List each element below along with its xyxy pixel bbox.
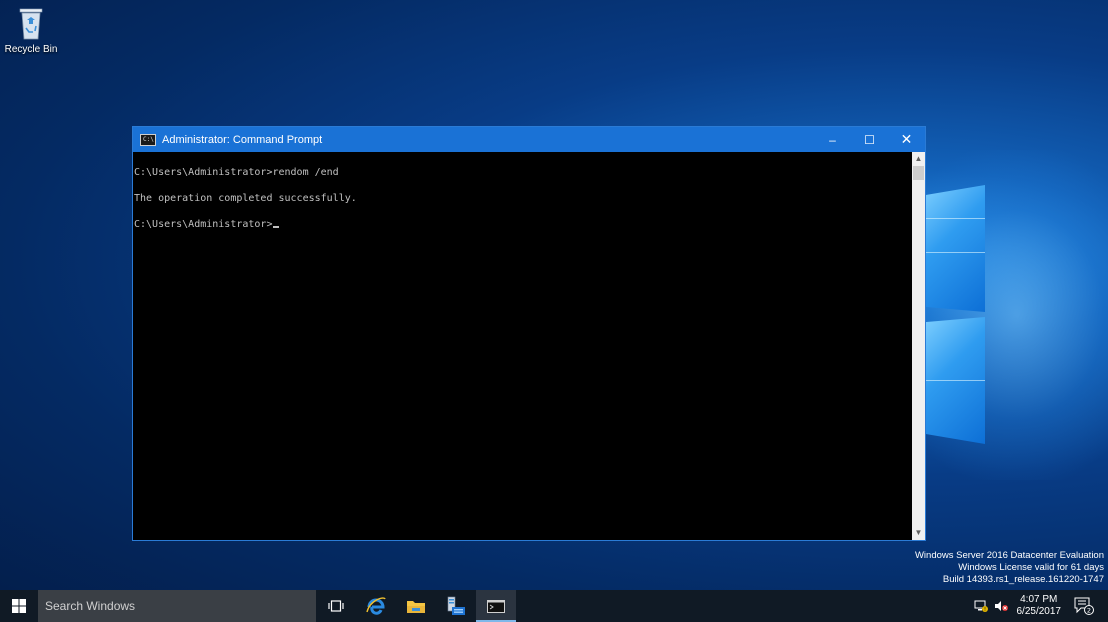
console-output[interactable]: C:\Users\Administrator>rendom /end The o…: [133, 152, 912, 540]
logo-light-line: [925, 218, 985, 219]
windows-logo-icon: [12, 599, 26, 613]
console-prompt-line[interactable]: C:\Users\Administrator>: [134, 218, 912, 231]
os-watermark: Windows Server 2016 Datacenter Evaluatio…: [915, 550, 1104, 586]
command-prompt-icon: [487, 599, 505, 613]
logo-light-line: [925, 380, 985, 381]
command-prompt-window[interactable]: C:\ Administrator: Command Prompt – ☐ ✕ …: [132, 126, 926, 541]
recycle-bin-label: Recycle Bin: [4, 44, 58, 55]
clock-time: 4:07 PM: [1020, 594, 1058, 605]
command-prompt-taskbar-button[interactable]: [476, 590, 516, 622]
windows-logo-pane-top: [925, 185, 985, 312]
minimize-button[interactable]: –: [814, 127, 851, 152]
task-view-button[interactable]: [316, 590, 356, 622]
folder-icon: [407, 601, 425, 613]
start-button[interactable]: [0, 590, 38, 622]
text-cursor: [273, 226, 280, 228]
command-prompt-icon: C:\: [140, 133, 156, 146]
notifications-icon: 2: [1074, 597, 1094, 615]
recycle-bin-shortcut[interactable]: Recycle Bin: [4, 6, 58, 55]
network-icon[interactable]: !: [974, 600, 988, 612]
console-prompt: C:\Users\Administrator>: [134, 219, 273, 230]
scrollbar-thumb[interactable]: [913, 166, 924, 180]
vertical-scrollbar[interactable]: ▲ ▼: [912, 152, 925, 540]
close-button[interactable]: ✕: [888, 127, 925, 152]
server-manager-icon: [447, 596, 465, 615]
recycle-bin-icon: [18, 6, 44, 40]
taskbar: Search Windows ! 4:07 PM 6/25/2017 2: [0, 590, 1108, 622]
scroll-up-arrow-icon[interactable]: ▲: [912, 152, 925, 166]
system-tray: ! 4:07 PM 6/25/2017 2: [971, 590, 1108, 622]
console-line: The operation completed successfully.: [134, 193, 357, 204]
watermark-edition: Windows Server 2016 Datacenter Evaluatio…: [914, 550, 1104, 561]
scroll-down-arrow-icon[interactable]: ▼: [912, 526, 925, 540]
window-titlebar[interactable]: C:\ Administrator: Command Prompt – ☐ ✕: [133, 127, 925, 152]
notification-count: 2: [1087, 607, 1091, 615]
clock-date: 6/25/2017: [1016, 606, 1062, 617]
file-explorer-button[interactable]: [396, 590, 436, 622]
console-line: C:\Users\Administrator>rendom /end: [134, 167, 339, 178]
watermark-build: Build 14393.rs1_release.161220-1747: [942, 574, 1104, 585]
clock[interactable]: 4:07 PM 6/25/2017: [1017, 594, 1062, 618]
svg-text:!: !: [983, 607, 985, 612]
server-manager-button[interactable]: [436, 590, 476, 622]
internet-explorer-button[interactable]: [356, 590, 396, 622]
watermark-license: Windows License valid for 61 days: [958, 562, 1104, 573]
logo-light-line: [925, 252, 985, 253]
volume-muted-icon[interactable]: [994, 600, 1008, 612]
search-box[interactable]: Search Windows: [38, 590, 316, 622]
internet-explorer-icon: [366, 597, 386, 615]
action-center-button[interactable]: 2: [1074, 597, 1094, 615]
maximize-button[interactable]: ☐: [851, 127, 888, 152]
window-title: Administrator: Command Prompt: [162, 133, 323, 146]
task-view-icon: [328, 600, 344, 612]
desktop: Recycle Bin C:\ Administrator: Command P…: [0, 0, 1108, 590]
